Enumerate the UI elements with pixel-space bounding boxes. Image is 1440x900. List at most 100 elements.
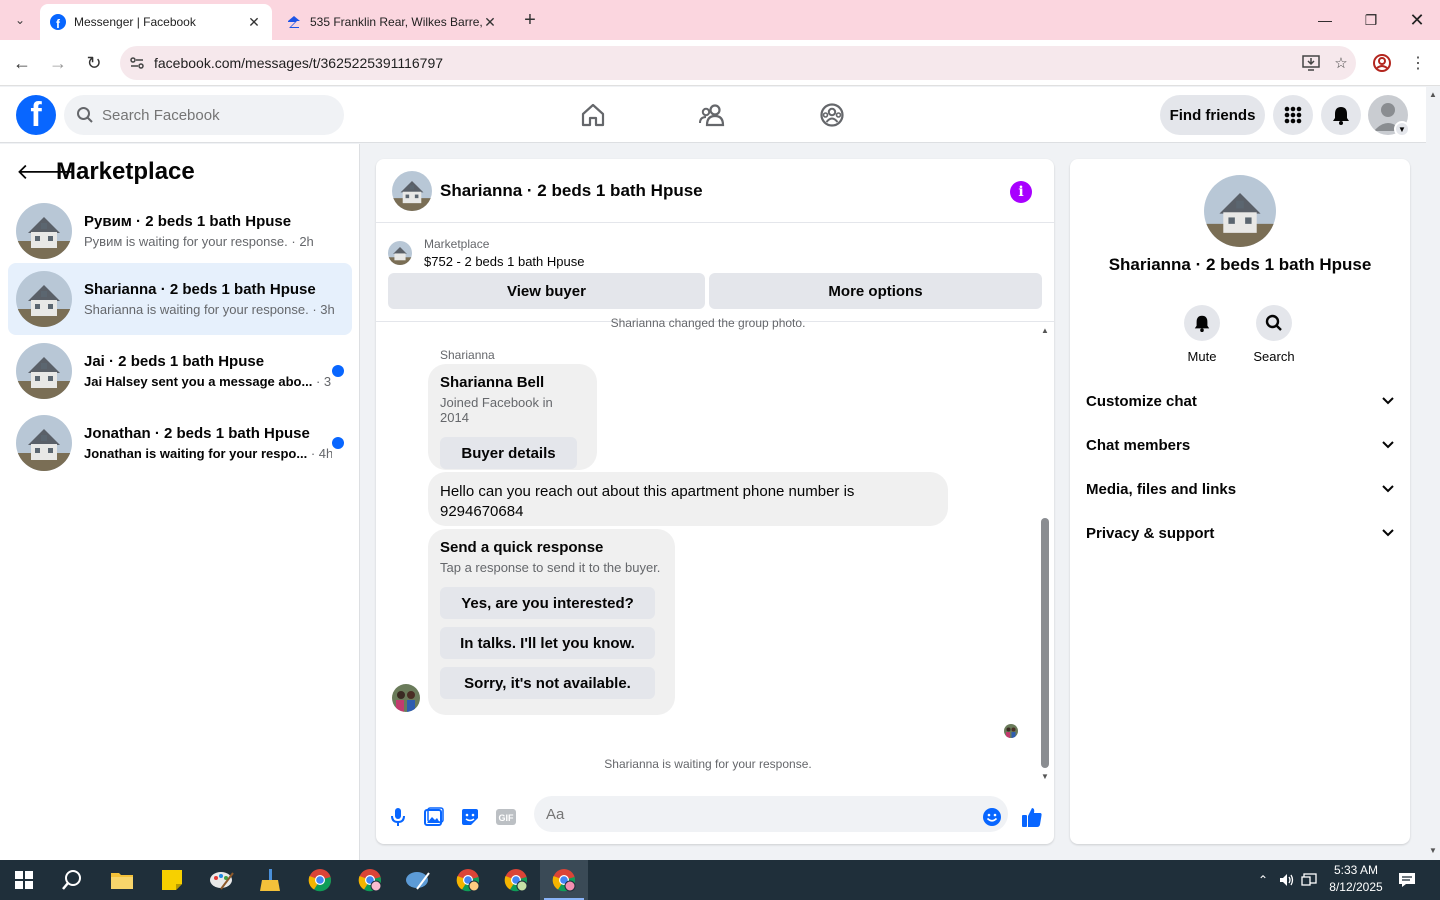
install-app-icon[interactable] [1296,48,1326,78]
window-close-icon[interactable]: ✕ [1394,0,1440,40]
marketplace-inbox: 🡐 Marketplace Рувим · 2 beds 1 bath Hpus… [0,144,360,860]
sticker-icon[interactable] [458,805,482,829]
quick-response-subtitle: Tap a response to send it to the buyer. [440,560,661,575]
friends-icon[interactable] [693,95,733,135]
mute-button[interactable]: Mute [1172,305,1232,364]
house-thumbnail [16,203,72,259]
groups-icon[interactable] [812,95,852,135]
gif-icon[interactable]: GIF [494,805,518,829]
search-in-conversation-button[interactable]: Search [1244,305,1304,364]
network-icon[interactable] [1298,860,1320,900]
bell-icon [1184,305,1220,341]
tab-messenger[interactable]: f Messenger | Facebook ✕ [40,4,272,40]
scroll-down-arrow-icon[interactable]: ▼ [1429,846,1437,855]
facebook-logo-icon[interactable]: f [16,95,56,135]
chat-title[interactable]: Sharianna · 2 beds 1 bath Hpuse [440,181,703,201]
system-clock[interactable]: 5:33 AM 8/12/2025 [1318,862,1394,898]
emoji-icon[interactable] [980,805,1004,829]
paint-app-icon[interactable] [198,860,246,900]
thumbs-up-icon[interactable] [1020,805,1044,829]
quick-response-title: Send a quick response [440,539,604,556]
browser-menu-icon[interactable]: ⋮ [1405,50,1431,76]
view-buyer-button[interactable]: View buyer [388,273,705,309]
microphone-icon[interactable] [386,805,410,829]
conversation-item[interactable]: Рувим · 2 beds 1 bath Hpuse Рувим is wai… [8,199,352,263]
buyer-details-button[interactable]: Buyer details [440,437,577,469]
chrome-profile-icon[interactable] [444,860,492,900]
address-bar[interactable]: facebook.com/messages/t/3625225391116797… [120,46,1356,80]
tab-zillow[interactable]: 535 Franklin Rear, Wilkes Barre, ✕ [276,4,508,40]
search-icon [77,107,93,123]
tab-close-icon[interactable]: ✕ [246,14,262,30]
photo-icon[interactable] [422,805,446,829]
privacy-support-section[interactable]: Privacy & support [1086,511,1394,555]
volume-icon[interactable] [1276,860,1298,900]
more-options-button[interactable]: More options [709,273,1042,309]
minimize-icon[interactable]: — [1302,0,1348,40]
chat-house-thumbnail[interactable] [392,170,432,211]
chevron-down-icon [1382,438,1394,452]
menu-grid-icon[interactable] [1273,95,1313,135]
account-chevron-down-icon[interactable]: ▼ [1394,121,1410,137]
tab-search-chevron-icon[interactable]: ⌄ [8,8,32,32]
scroll-down-arrow-icon[interactable]: ▼ [1041,772,1049,781]
house-thumbnail [16,343,72,399]
unread-dot-icon [332,437,344,449]
search-input[interactable] [102,106,322,124]
scroll-up-arrow-icon[interactable]: ▲ [1041,326,1049,335]
marketplace-listing-card[interactable]: Marketplace $752 - 2 beds 1 bath Hpuse [388,233,1042,273]
quick-response-option[interactable]: In talks. I'll let you know. [440,627,655,659]
media-files-links-section[interactable]: Media, files and links [1086,467,1394,511]
file-explorer-icon[interactable] [98,860,146,900]
message-input-field[interactable] [534,796,1008,832]
bookmark-star-icon[interactable]: ☆ [1326,48,1356,78]
quick-response-card: Send a quick response Tap a response to … [428,529,675,715]
message-input[interactable] [546,805,966,823]
facebook-search[interactable] [64,95,344,135]
tray-chevron-up-icon[interactable]: ⌃ [1252,860,1274,900]
sticky-notes-icon[interactable] [148,860,196,900]
buyer-name: Sharianna Bell [440,374,545,391]
chrome-profile-icon[interactable] [492,860,540,900]
notifications-icon[interactable] [1394,860,1420,900]
quick-response-option[interactable]: Sorry, it's not available. [440,667,655,699]
reload-icon[interactable]: ↻ [81,50,107,76]
scroll-up-arrow-icon[interactable]: ▲ [1429,90,1437,99]
clock-time: 5:33 AM [1333,863,1379,877]
new-tab-plus-icon[interactable]: + [518,8,542,32]
section-label: Media, files and links [1086,480,1237,498]
thread-scrollbar[interactable]: ▲ ▼ [1040,326,1050,781]
conversation-preview: Jonathan is waiting for your respo... · … [84,446,332,461]
conversation-item[interactable]: Jonathan · 2 beds 1 bath Hpuse Jonathan … [8,411,352,475]
customize-chat-section[interactable]: Customize chat [1086,379,1394,423]
scrollbar-thumb[interactable] [1041,518,1049,768]
home-icon[interactable] [573,95,613,135]
chrome-profile-active-icon[interactable] [540,860,588,900]
remote-tool-icon[interactable] [394,860,442,900]
clock-date: 8/12/2025 [1329,880,1383,894]
tab-close-icon[interactable]: ✕ [482,14,498,30]
search-icon[interactable] [48,860,96,900]
conversation-item-selected[interactable]: Sharianna · 2 beds 1 bath Hpuse Shariann… [8,263,352,335]
info-icon[interactable]: i [1010,181,1032,203]
notifications-bell-icon[interactable] [1321,95,1361,135]
cleanup-tool-icon[interactable] [246,860,294,900]
chevron-down-icon [1382,526,1394,540]
conversation-info-panel: Sharianna · 2 beds 1 bath Hpuse Mute Sea… [1070,159,1410,844]
chrome-profile-icon[interactable] [346,860,394,900]
page-scrollbar[interactable]: ▲ ▼ [1426,87,1440,860]
quick-response-option[interactable]: Yes, are you interested? [440,587,655,619]
sender-label: Sharianna [440,348,495,362]
chat-members-section[interactable]: Chat members [1086,423,1394,467]
conversation-preview: Jai Halsey sent you a message abo... · 3… [84,374,332,389]
find-friends-button[interactable]: Find friends [1160,95,1265,135]
forward-arrow-icon[interactable]: → [45,50,71,76]
conversation-item[interactable]: Jai · 2 beds 1 bath Hpuse Jai Halsey sen… [8,339,352,403]
restore-icon[interactable]: ❐ [1348,0,1394,40]
windows-start-icon[interactable] [0,860,48,900]
back-arrow-icon[interactable]: ← [9,50,35,76]
site-info-icon[interactable] [120,46,154,80]
back-arrow-icon[interactable]: 🡐 [16,158,75,186]
chrome-icon[interactable] [296,860,344,900]
profile-icon[interactable] [1369,50,1395,76]
